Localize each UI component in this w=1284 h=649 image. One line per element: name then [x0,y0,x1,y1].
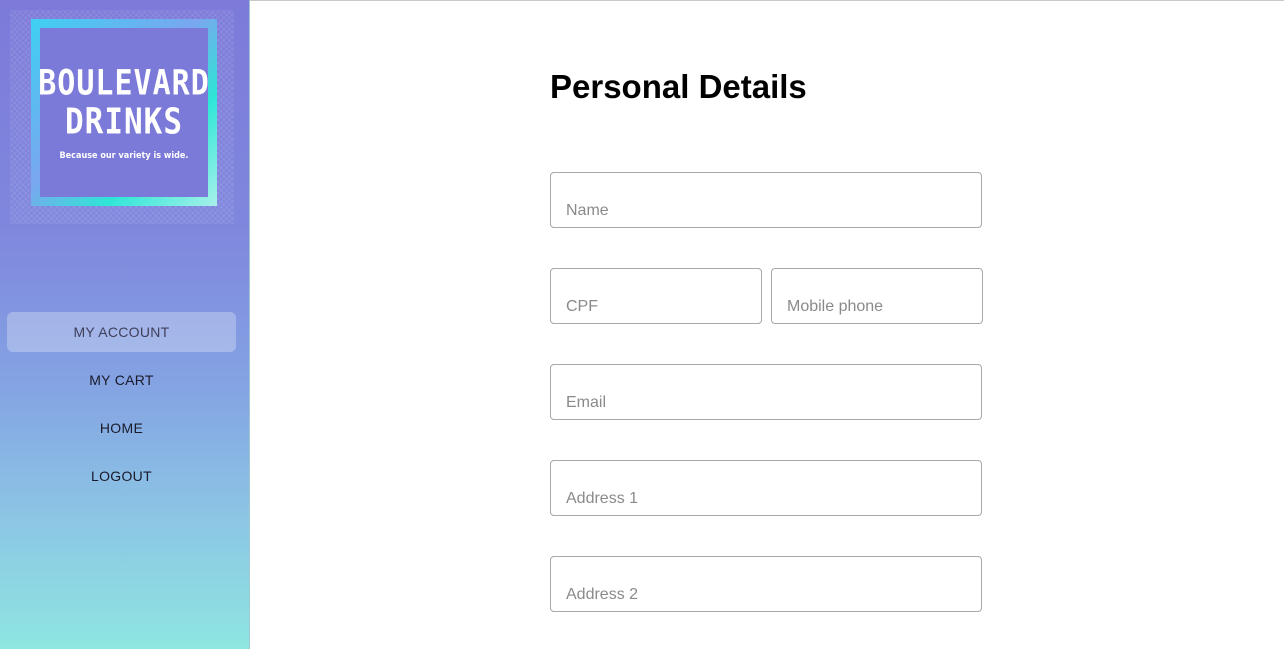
name-field [550,172,982,228]
cpf-input[interactable] [551,269,761,323]
page-title: Personal Details [550,68,807,105]
sidebar-nav: MY ACCOUNT MY CART HOME LOGOUT [7,312,236,504]
mobile-phone-field [771,268,983,324]
brand-name-line1: BOULEVARD [38,62,210,104]
name-input[interactable] [551,173,981,227]
sidebar: BOULEVARD DRINKS Because our variety is … [0,0,250,649]
brand-logo[interactable]: BOULEVARD DRINKS Because our variety is … [31,19,217,206]
cpf-field [550,268,762,324]
email-input[interactable] [551,365,981,419]
brand-name-line2: DRINKS [65,100,183,143]
nav-item-my-cart[interactable]: MY CART [7,360,236,400]
nav-item-my-account[interactable]: MY ACCOUNT [7,312,236,352]
logo-area: BOULEVARD DRINKS Because our variety is … [10,10,234,224]
address2-input[interactable] [551,557,981,611]
address2-field [550,556,982,612]
logo-inner: BOULEVARD DRINKS Because our variety is … [38,28,210,197]
nav-item-logout[interactable]: LOGOUT [7,456,236,496]
nav-item-home[interactable]: HOME [7,408,236,448]
email-field [550,364,982,420]
brand-tagline: Because our variety is wide. [59,150,189,161]
mobile-phone-input[interactable] [772,269,982,323]
address1-input[interactable] [551,461,981,515]
top-divider [250,0,1284,1]
address1-field [550,460,982,516]
